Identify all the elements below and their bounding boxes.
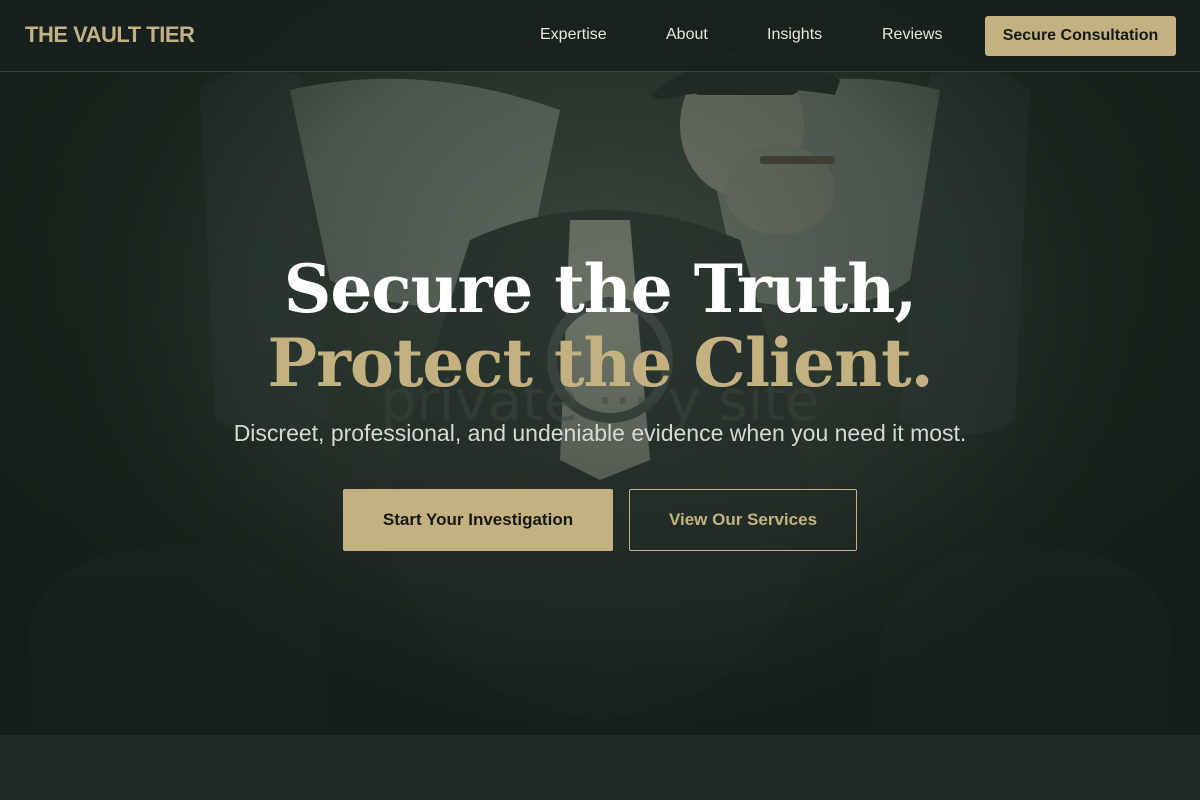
bottom-band xyxy=(0,735,1200,800)
hero-headline-line2: Protect the Client. xyxy=(267,324,933,402)
hero-headline-line1: Secure the Truth, xyxy=(283,250,918,328)
site-header: THE VAULT TIER Expertise About Insights … xyxy=(0,0,1200,72)
logo[interactable]: THE VAULT TIER xyxy=(25,22,195,48)
nav-about[interactable]: About xyxy=(666,26,708,44)
nav-insights[interactable]: Insights xyxy=(767,26,822,44)
nav-reviews[interactable]: Reviews xyxy=(882,26,942,44)
hero-subheadline: Discreet, professional, and undeniable e… xyxy=(233,420,967,446)
view-services-button[interactable]: View Our Services xyxy=(629,489,857,551)
start-investigation-button[interactable]: Start Your Investigation xyxy=(343,489,613,551)
secure-consultation-button[interactable]: Secure Consultation xyxy=(985,16,1176,56)
nav-expertise[interactable]: Expertise xyxy=(540,26,607,44)
page: private ··· y site THE VAULT TIER Expert… xyxy=(0,0,1200,800)
